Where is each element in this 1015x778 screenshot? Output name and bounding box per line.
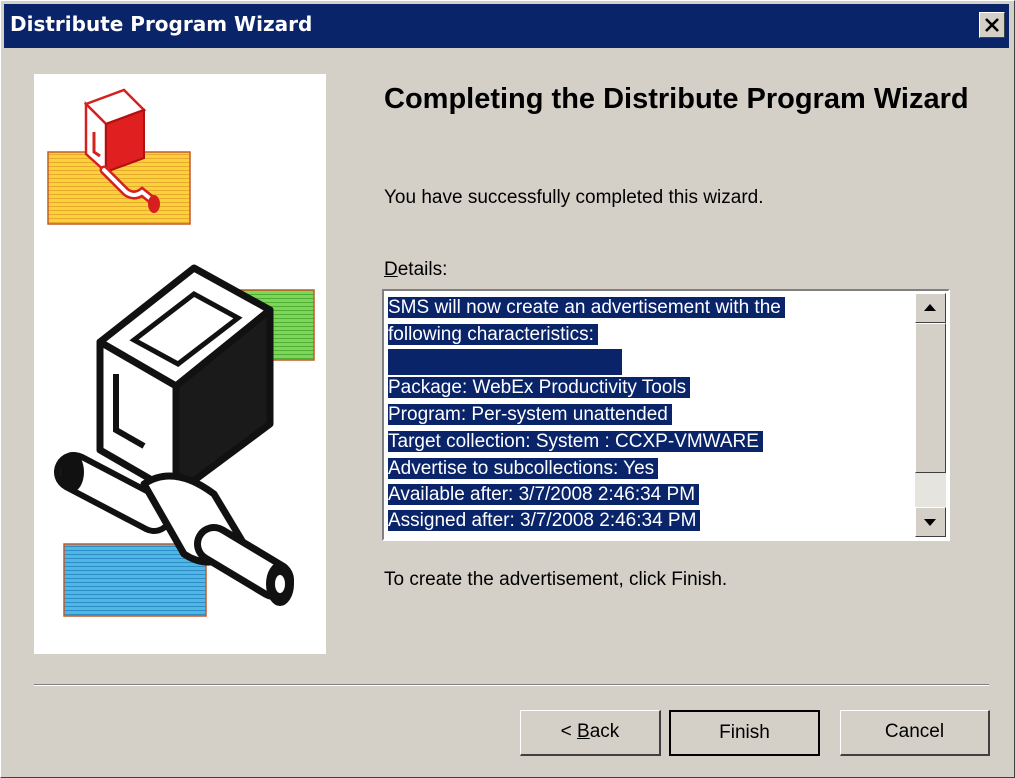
wizard-window: Distribute Program Wizard Completing the… [0,0,1015,778]
window-title: Distribute Program Wizard [10,12,313,36]
scroll-thumb[interactable] [915,323,946,473]
intro-text: You have successfully completed this wiz… [384,187,764,208]
details-line [388,349,622,375]
page-title: Completing the Distribute Program Wizard [384,83,969,115]
details-label-text: etails: [397,259,448,280]
program-box-illustration [47,88,315,617]
title-bar: Distribute Program Wizard [4,4,1009,48]
details-line: SMS will now create an advertisement wit… [388,295,785,321]
details-line: Available after: 3/7/2008 2:46:34 PM [388,482,700,508]
scroll-down-button[interactable] [915,507,946,537]
cancel-button[interactable]: Cancel [840,710,990,756]
details-textbox[interactable]: SMS will now create an advertisement wit… [382,289,950,541]
footer-divider [34,684,989,686]
details-label: Details: [384,259,447,281]
wizard-illustration [34,74,326,654]
details-label-mnemonic: D [384,259,398,280]
finish-instruction: To create the advertisement, click Finis… [384,569,728,590]
close-icon [985,18,999,32]
details-line: Target collection: System : CCXP-VMWARE [388,429,763,455]
details-line: Program: Per-system unattended [388,402,672,428]
vertical-scrollbar[interactable] [915,293,946,537]
details-text-area[interactable]: SMS will now create an advertisement wit… [386,293,914,537]
scroll-up-button[interactable] [915,293,946,323]
details-line: following characteristics: [388,322,598,348]
finish-button[interactable]: Finish [669,710,820,756]
details-line: Advertise to subcollections: Yes [388,456,659,482]
back-button[interactable]: < Back [520,710,661,756]
details-line: Package: WebEx Productivity Tools [388,375,691,401]
arrow-down-icon [924,519,936,526]
details-line: Assigned after: 3/7/2008 2:46:34 PM [388,508,701,534]
arrow-up-icon [924,304,936,311]
close-button[interactable] [979,12,1005,38]
